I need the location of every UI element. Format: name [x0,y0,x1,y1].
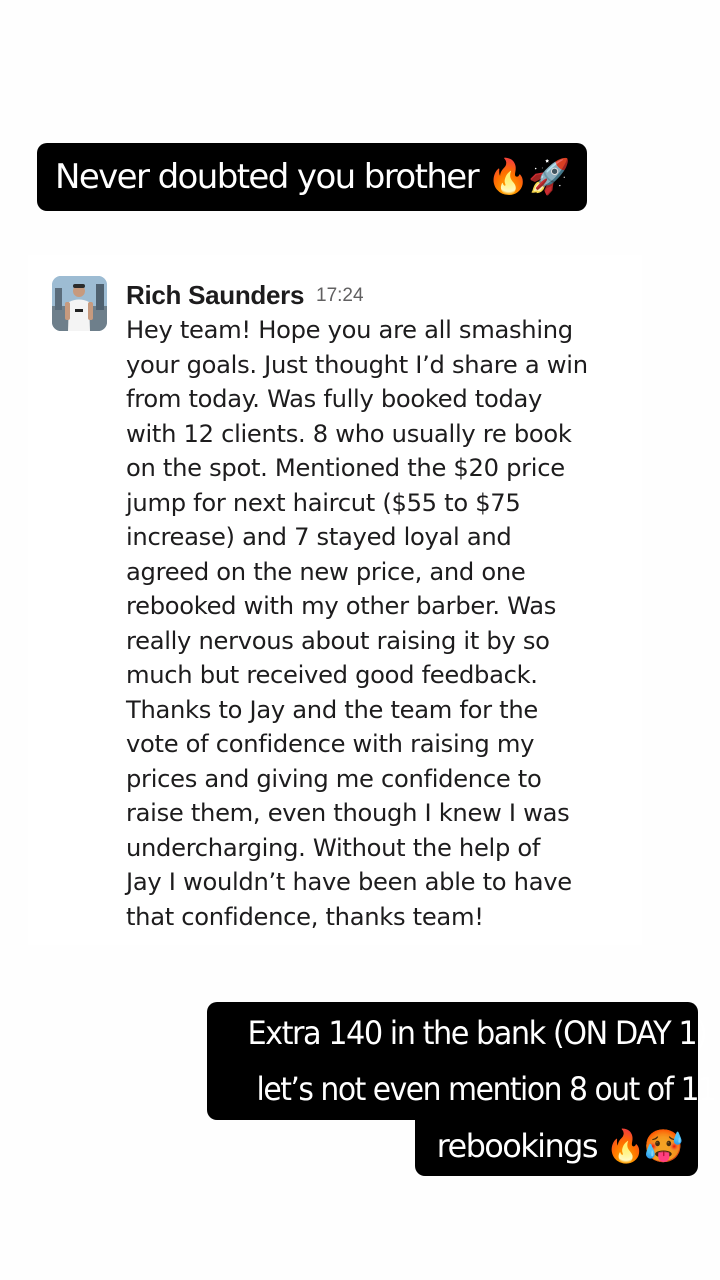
bottom-caption-line: let’s not even mention 8 out of 11 [207,1058,717,1120]
message-line: jump for next haircut ($55 to $75 [126,488,521,517]
message-line: that confidence, thanks team! [126,902,484,931]
message-line: with 12 clients. 8 who usually re book [126,419,572,448]
bottom-caption-line: rebookings 🔥🥵 [415,1118,698,1176]
message-line: your goals. Just thought I’d share a win [126,350,588,379]
message-line: Jay I wouldn’t have been able to have [126,868,572,896]
message-line: from today. Was fully booked today [126,385,543,413]
message-line: much but received good feedback. [126,661,538,689]
avatar-photo-icon [52,276,107,331]
message-line: vote of confidence with raising my [126,730,535,758]
message-line: undercharging. Without the help of [126,833,541,862]
message-body: Hey team! Hope you are all smashing your… [126,313,636,934]
sender-avatar[interactable] [52,276,107,331]
message-line: really nervous about raising it by so [126,626,550,655]
message-timestamp: 17:24 [316,285,364,306]
top-caption: Never doubted you brother 🔥🚀 [37,143,587,211]
message-line: on the spot. Mentioned the $20 price [126,454,565,482]
message-line: rebooked with my other barber. Was [126,592,557,620]
message-line: Thanks to Jay and the team for the [126,695,538,724]
message-line: Hey team! Hope you are all smashing [126,316,573,344]
message-line: prices and giving me confidence to [126,764,542,793]
story-canvas: Never doubted you brother 🔥🚀 Rich Saunde… [0,0,720,1280]
message-line: raise them, even though I knew I was [126,799,570,827]
message-line: increase) and 7 stayed loyal and [126,523,512,551]
message-line: agreed on the new price, and one [126,557,526,586]
sender-name[interactable]: Rich Saunders [126,277,304,313]
bottom-caption-line: Extra 140 in the bank (ON DAY 1) [207,1002,708,1060]
